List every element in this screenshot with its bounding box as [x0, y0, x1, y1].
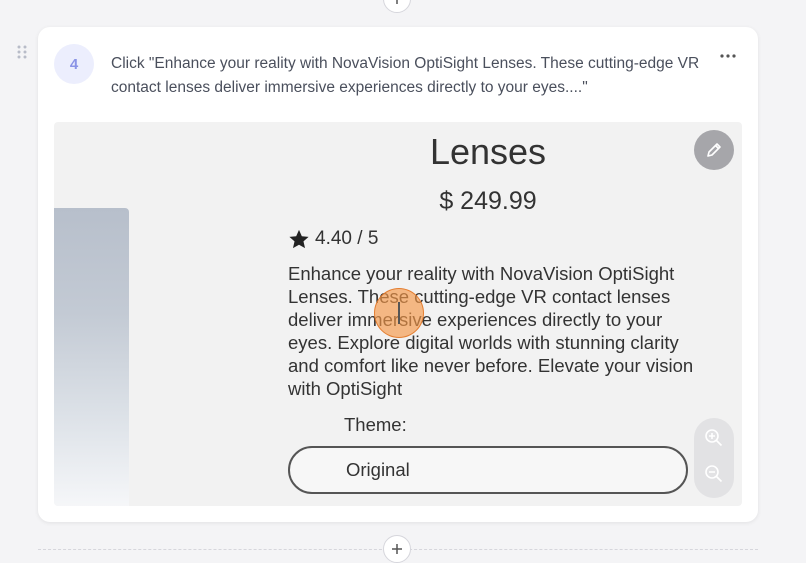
star-icon: [289, 229, 309, 248]
more-horizontal-icon: [720, 54, 736, 58]
step-card: 4 Click "Enhance your reality with NovaV…: [38, 27, 758, 522]
zoom-controls: [694, 418, 734, 498]
step-number-badge: 4: [54, 44, 94, 84]
product-title: Lenses: [429, 131, 547, 172]
pencil-icon: [707, 143, 721, 157]
theme-selected-value: Original: [346, 459, 410, 480]
more-options-button[interactable]: [714, 45, 742, 67]
add-step-button-bottom[interactable]: [383, 535, 411, 563]
zoom-in-button[interactable]: [704, 428, 724, 448]
edit-screenshot-button[interactable]: [694, 130, 734, 170]
step-instruction[interactable]: Click "Enhance your reality with NovaVis…: [111, 52, 701, 100]
theme-label: Theme:: [344, 414, 407, 435]
add-step-button-top[interactable]: [383, 0, 411, 13]
product-image: [54, 208, 129, 506]
plus-icon: [392, 544, 402, 554]
text-cursor: [398, 302, 400, 324]
zoom-in-icon: [705, 429, 723, 447]
step-screenshot[interactable]: Lenses $ 249.99 4.40 / 5 Enhance your re…: [54, 122, 742, 506]
zoom-out-icon: [705, 465, 723, 483]
plus-icon: [396, 0, 398, 4]
product-description[interactable]: Enhance your reality with NovaVision Opt…: [288, 262, 698, 400]
product-rating: 4.40 / 5: [288, 228, 378, 250]
rating-value: 4.40 / 5: [315, 228, 379, 249]
theme-select[interactable]: Original: [288, 446, 688, 494]
zoom-out-button[interactable]: [704, 464, 724, 484]
drag-handle-icon[interactable]: [16, 44, 28, 60]
product-price: $ 249.99: [439, 187, 537, 215]
